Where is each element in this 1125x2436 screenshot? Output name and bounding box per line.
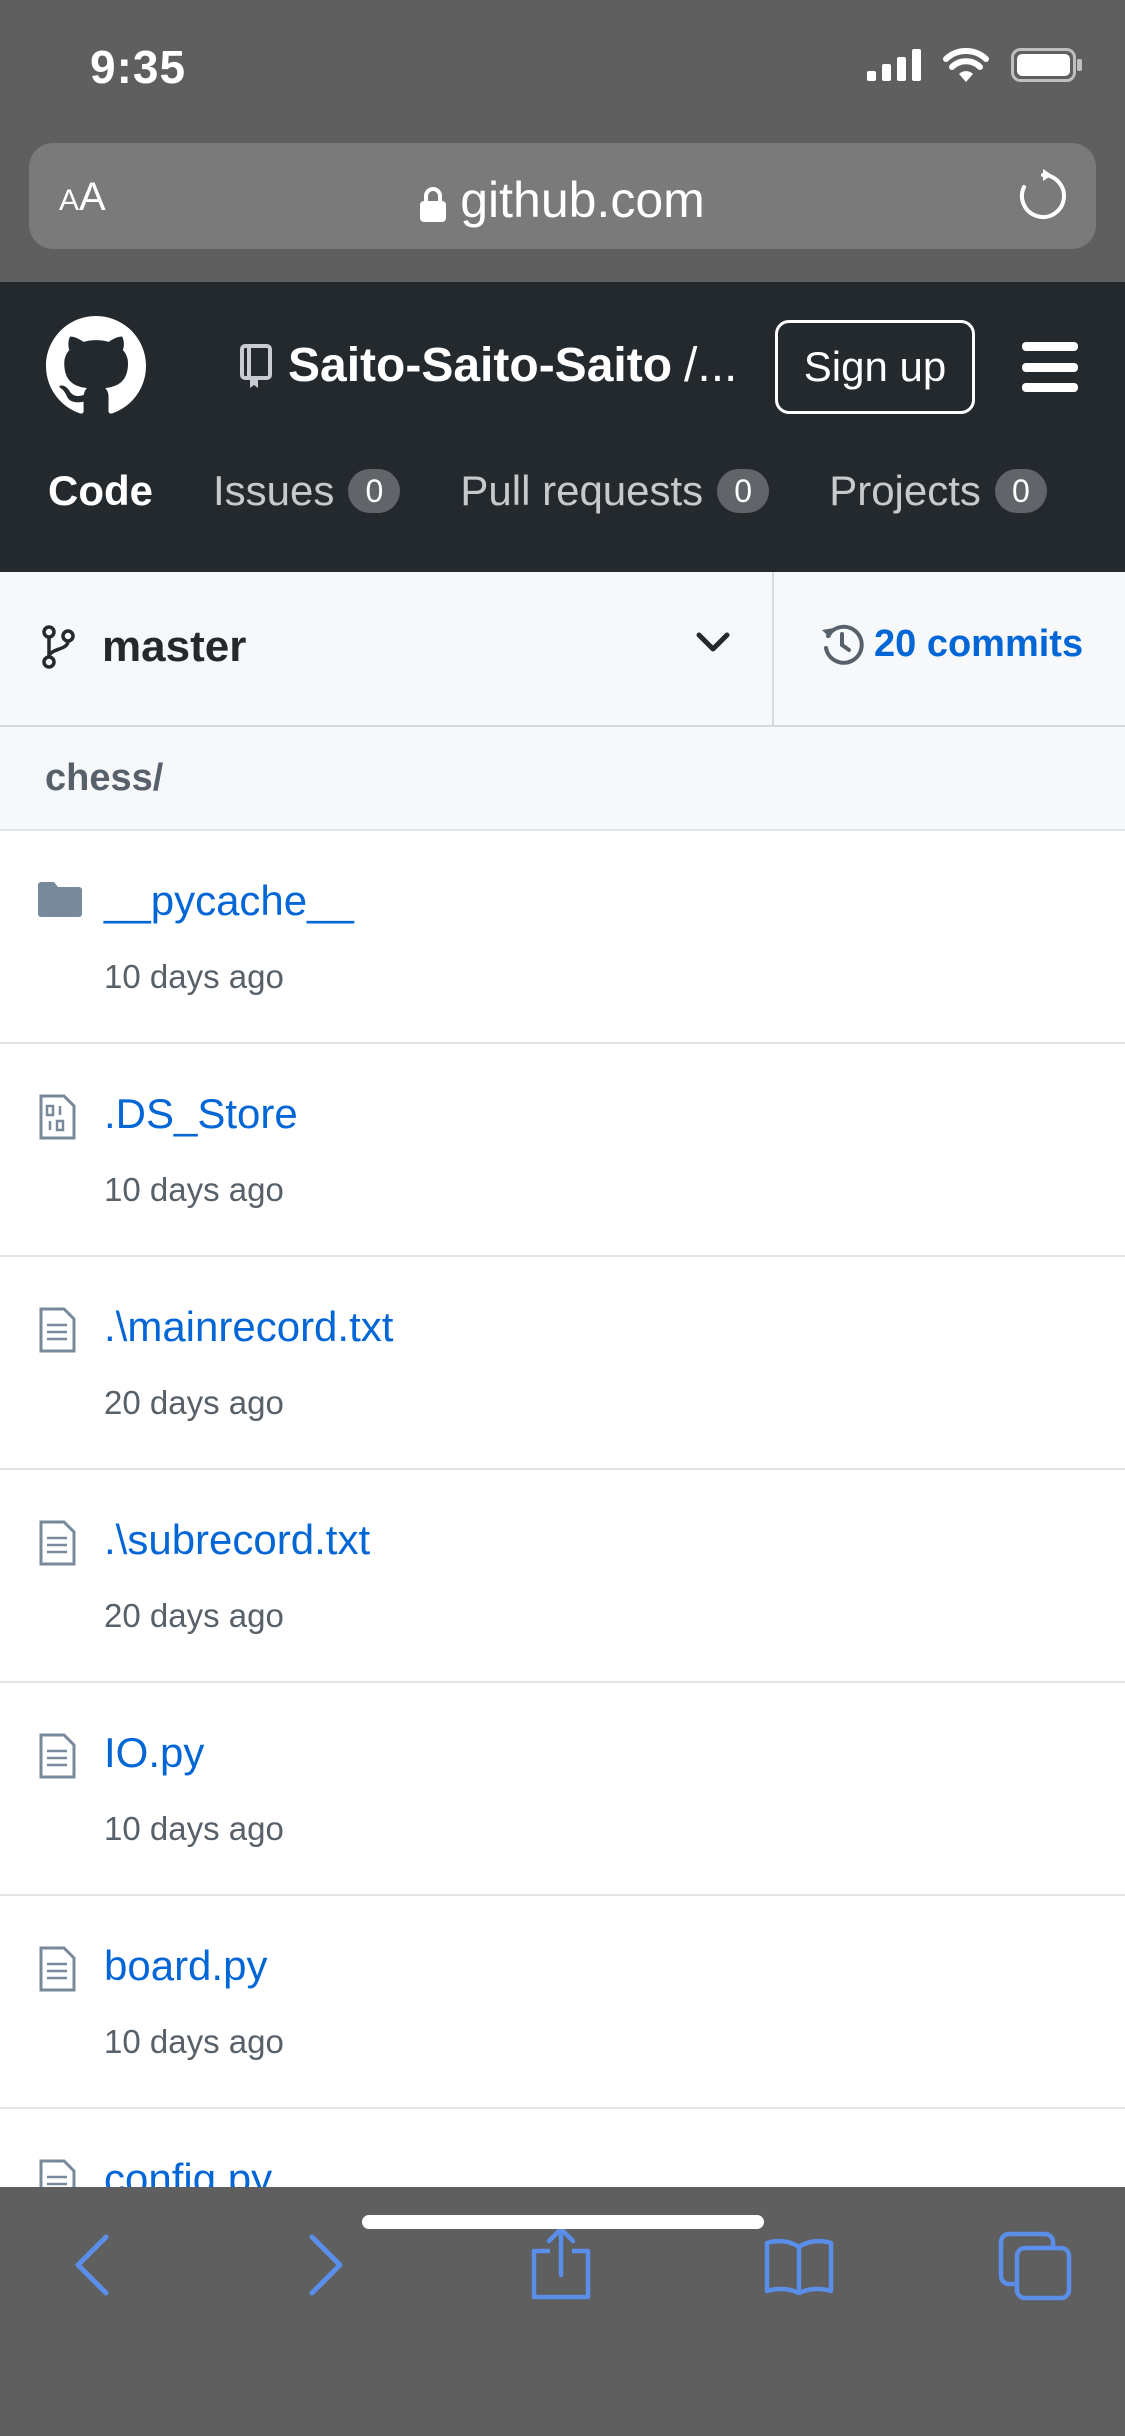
- back-icon[interactable]: [70, 2232, 114, 2298]
- repo-icon: [240, 343, 272, 388]
- file-icon: [39, 1733, 76, 1779]
- tab-pull-requests[interactable]: Pull requests 0: [460, 467, 770, 515]
- breadcrumb: chess/: [0, 727, 1125, 831]
- repo-owner: Saito-Saito-Saito: [288, 339, 673, 392]
- file-row[interactable]: .DS_Store 10 days ago: [0, 1044, 1125, 1257]
- cellular-signal-icon: [867, 49, 921, 81]
- file-row[interactable]: .\mainrecord.txt 20 days ago: [0, 1257, 1125, 1470]
- commits-link[interactable]: 20 commits: [820, 622, 1083, 666]
- branch-row: master 20 commits: [0, 572, 1125, 727]
- file-age: 10 days ago: [104, 1171, 284, 1208]
- chevron-down-icon: [696, 632, 730, 652]
- branch-name: master: [102, 622, 247, 671]
- file-age: 20 days ago: [104, 1597, 284, 1634]
- github-header: Saito-Saito-Saito/... Sign up Code Issue…: [0, 282, 1125, 572]
- hamburger-menu-icon[interactable]: [1022, 342, 1078, 392]
- tab-code[interactable]: Code: [48, 467, 153, 515]
- file-icon: [39, 1307, 76, 1353]
- wifi-icon: [943, 48, 989, 82]
- file-name[interactable]: .\mainrecord.txt: [104, 1303, 393, 1351]
- file-row[interactable]: IO.py 10 days ago: [0, 1683, 1125, 1896]
- repo-name-truncated: /...: [684, 339, 738, 392]
- file-name[interactable]: .\subrecord.txt: [104, 1516, 370, 1564]
- file-name[interactable]: config.py: [104, 2155, 272, 2187]
- url-text: github.com: [460, 172, 705, 228]
- file-row[interactable]: config.py: [0, 2109, 1125, 2187]
- browser-url-area: AA github.com: [0, 140, 1125, 282]
- repo-title[interactable]: Saito-Saito-Saito/...: [238, 338, 737, 393]
- file-age: 20 days ago: [104, 1384, 284, 1421]
- tabs-icon[interactable]: [998, 2231, 1072, 2301]
- file-name[interactable]: __pycache__: [104, 877, 354, 925]
- pull-requests-count-badge: 0: [717, 469, 770, 513]
- github-logo-icon[interactable]: [46, 316, 146, 416]
- file-name[interactable]: .DS_Store: [104, 1090, 298, 1138]
- file-name[interactable]: IO.py: [104, 1729, 204, 1777]
- tab-projects[interactable]: Projects 0: [829, 467, 1047, 515]
- share-icon[interactable]: [530, 2225, 592, 2301]
- file-icon: [39, 1946, 76, 1992]
- lock-icon: [420, 186, 447, 222]
- issues-count-badge: 0: [348, 469, 401, 513]
- sign-up-button[interactable]: Sign up: [775, 320, 975, 414]
- battery-icon: [1011, 48, 1082, 82]
- file-icon: [39, 2159, 76, 2187]
- binary-file-icon: [39, 1094, 76, 1140]
- home-indicator: [362, 2215, 764, 2229]
- url-bar[interactable]: AA github.com: [29, 143, 1096, 249]
- status-icons: [867, 48, 1083, 82]
- folder-icon: [38, 882, 82, 917]
- projects-count-badge: 0: [994, 469, 1047, 513]
- file-icon: [39, 1520, 76, 1566]
- file-name[interactable]: board.py: [104, 1942, 267, 1990]
- file-list: __pycache__ 10 days ago .DS_Store 10 day…: [0, 831, 1125, 2187]
- status-time: 9:35: [90, 41, 187, 93]
- branch-selector[interactable]: master: [0, 572, 774, 725]
- repo-tabs: Code Issues 0 Pull requests 0 Projects 0: [48, 467, 1107, 515]
- git-branch-icon: [42, 625, 75, 669]
- ios-status-bar: 9:35: [0, 0, 1125, 140]
- file-age: 10 days ago: [104, 1810, 284, 1847]
- history-icon: [822, 624, 864, 665]
- tab-issues[interactable]: Issues 0: [213, 467, 401, 515]
- file-age: 10 days ago: [104, 2023, 284, 2060]
- commits-count: 20 commits: [874, 622, 1084, 665]
- file-row[interactable]: __pycache__ 10 days ago: [0, 831, 1125, 1044]
- reload-icon[interactable]: [1016, 169, 1070, 223]
- file-row[interactable]: .\subrecord.txt 20 days ago: [0, 1470, 1125, 1683]
- file-age: 10 days ago: [104, 958, 284, 995]
- url-display[interactable]: github.com: [29, 171, 1096, 229]
- forward-icon[interactable]: [304, 2232, 348, 2298]
- file-row[interactable]: board.py 10 days ago: [0, 1896, 1125, 2109]
- bookmarks-icon[interactable]: [764, 2237, 834, 2295]
- current-path: chess/: [45, 757, 164, 799]
